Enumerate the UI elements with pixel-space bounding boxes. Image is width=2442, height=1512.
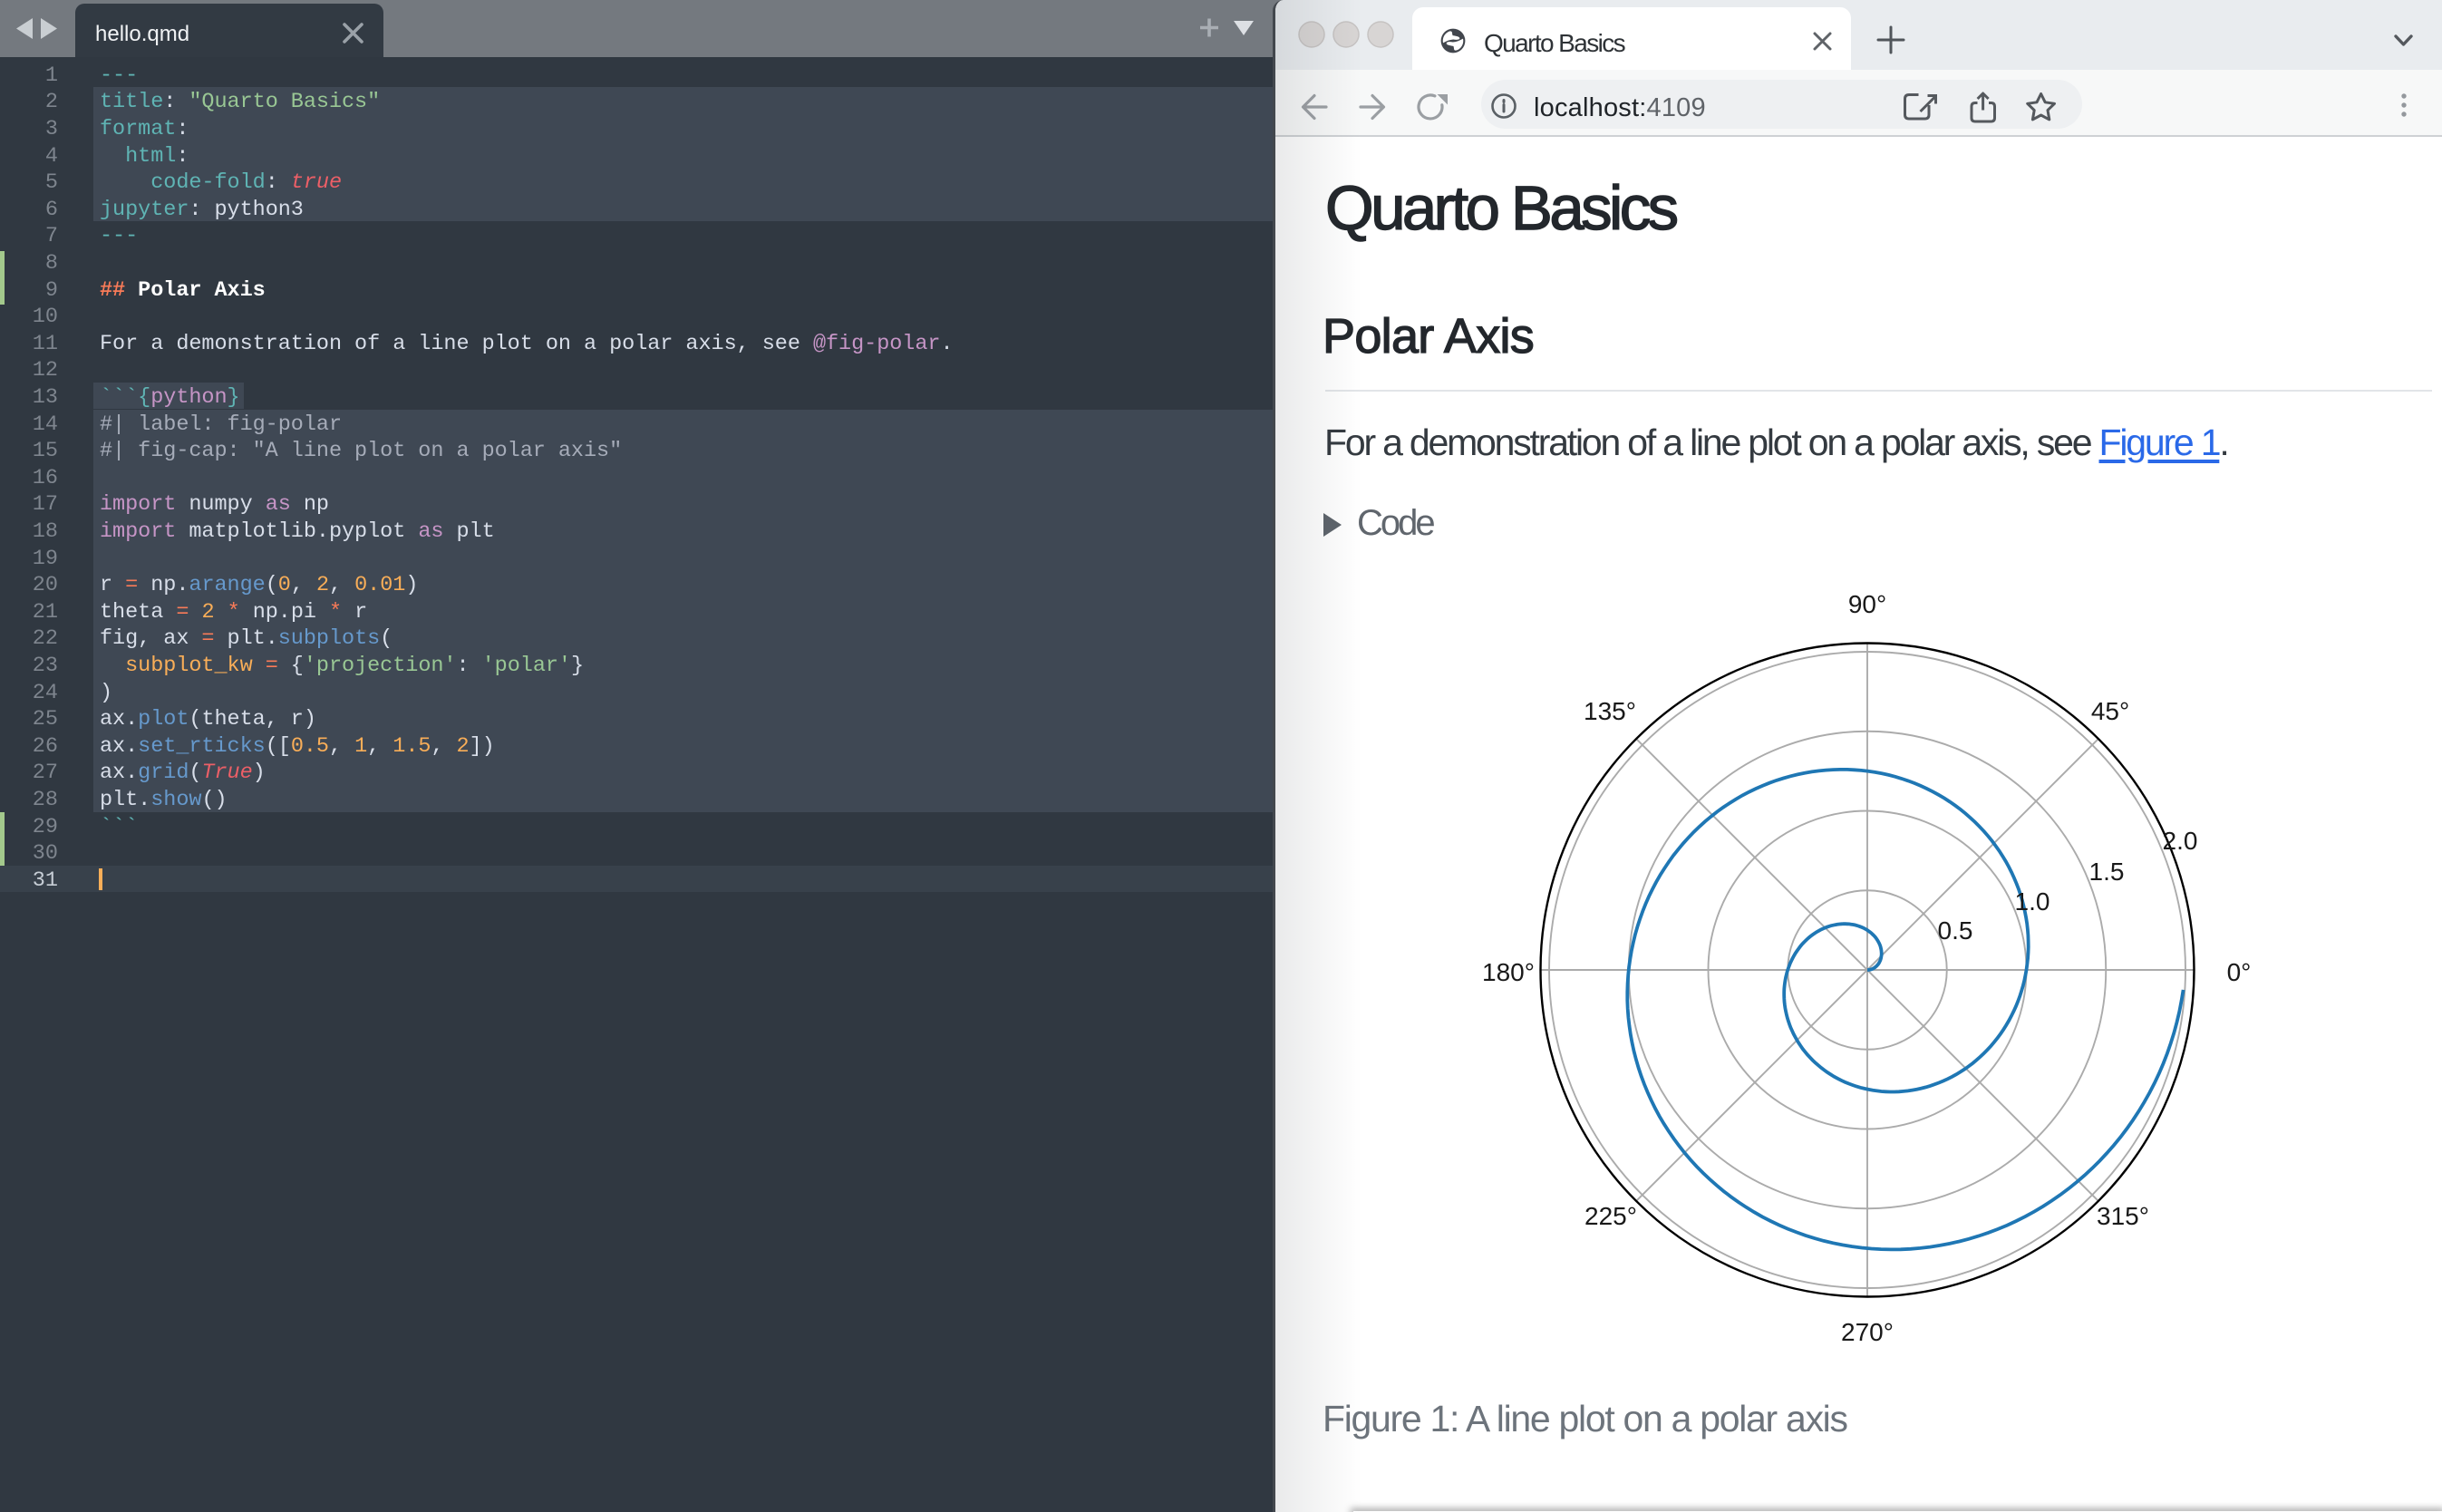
svg-text:45°: 45° <box>2091 697 2129 725</box>
svg-text:2.0: 2.0 <box>2163 827 2198 855</box>
svg-text:0°: 0° <box>2227 958 2252 986</box>
svg-text:90°: 90° <box>1848 590 1886 618</box>
svg-text:225°: 225° <box>1584 1202 1637 1230</box>
svg-text:1.5: 1.5 <box>2089 858 2125 886</box>
svg-text:135°: 135° <box>1584 697 1636 725</box>
svg-text:1.0: 1.0 <box>2015 887 2050 916</box>
svg-text:315°: 315° <box>2097 1202 2149 1230</box>
svg-text:270°: 270° <box>1841 1318 1894 1346</box>
svg-text:180°: 180° <box>1482 958 1535 986</box>
svg-text:0.5: 0.5 <box>1938 916 1973 945</box>
